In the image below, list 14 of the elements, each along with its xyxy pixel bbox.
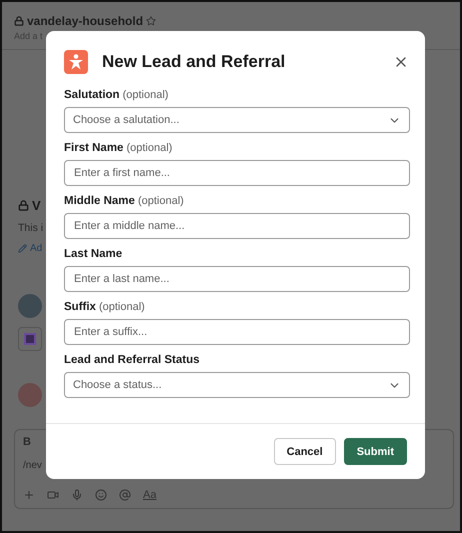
modal-title: New Lead and Referral [102, 52, 286, 72]
optional-hint: (optional) [138, 195, 184, 207]
optional-hint: (optional) [98, 301, 145, 313]
field-label: Salutation [64, 89, 120, 101]
field-label: Suffix [64, 301, 96, 313]
composer-text: /nev [23, 460, 42, 471]
intro-title: V [32, 198, 41, 213]
field-label: Lead and Referral Status [64, 354, 200, 366]
optional-hint: (optional) [126, 142, 172, 154]
intro-text: This i [18, 222, 44, 234]
field-label: Middle Name [64, 195, 135, 207]
field-label: First Name [64, 142, 124, 154]
optional-hint: (optional) [122, 89, 168, 101]
field-label: Last Name [64, 248, 122, 260]
